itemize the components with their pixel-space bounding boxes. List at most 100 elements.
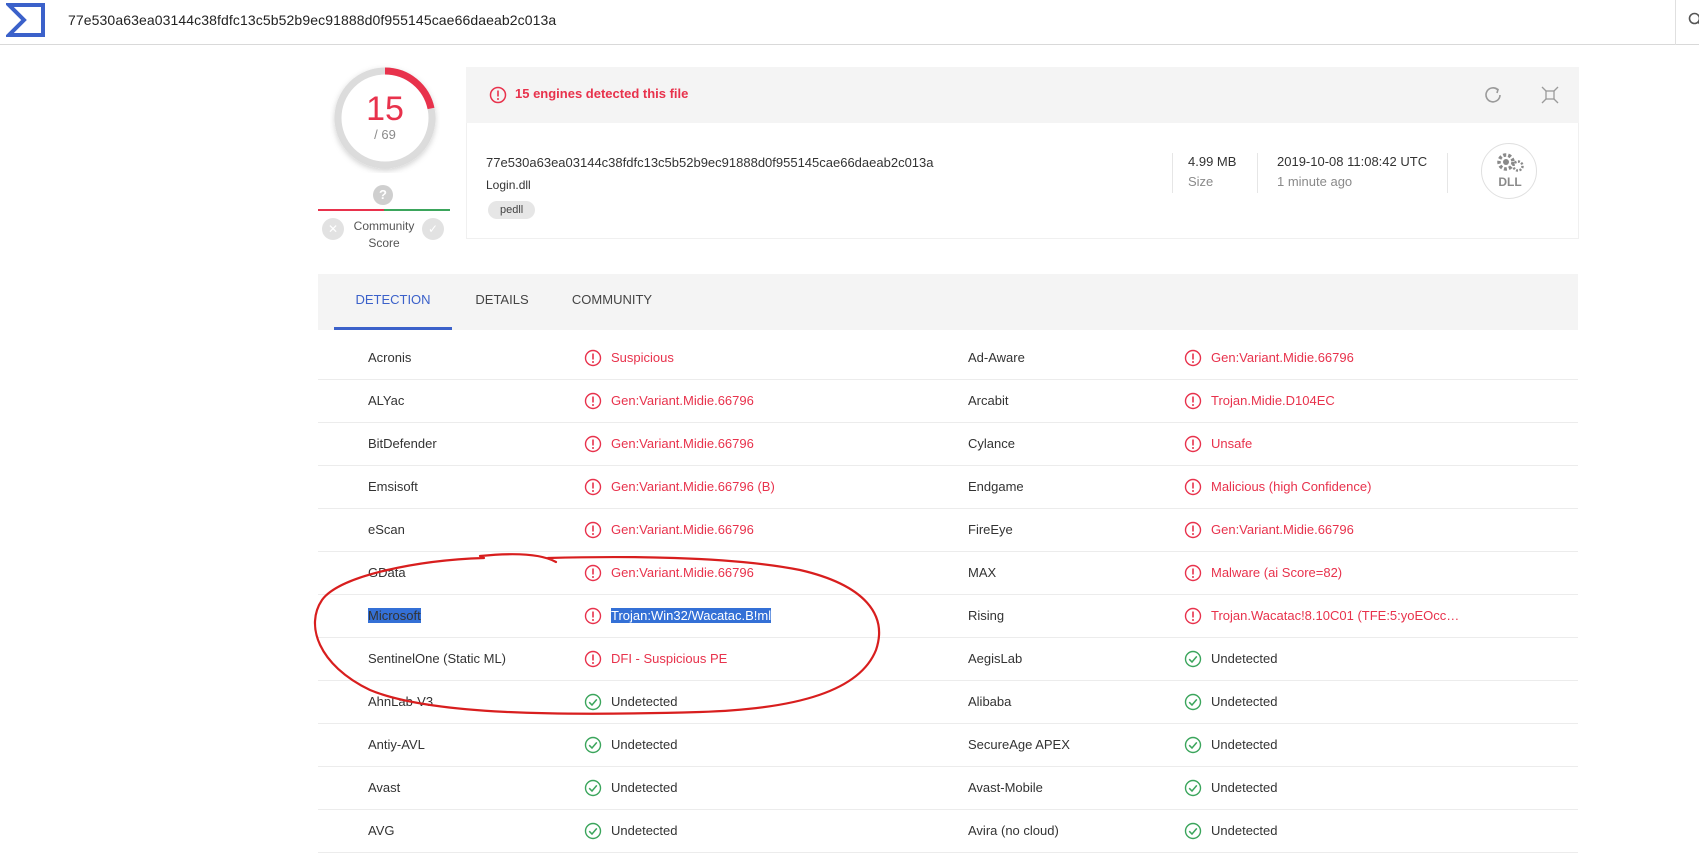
alert-icon (584, 521, 602, 539)
vote-down-icon[interactable]: ✕ (322, 218, 344, 240)
engine-name: SecureAge APEX (968, 737, 1070, 752)
detection-result: Gen:Variant.Midie.66796 (B) (611, 479, 775, 494)
check-circle-icon (584, 822, 602, 840)
detection-result: Undetected (1211, 780, 1278, 795)
detection-result: Undetected (611, 737, 678, 752)
engine-name: AhnLab-V3 (368, 694, 433, 709)
graph-expand-icon[interactable] (1541, 86, 1559, 104)
engine-name: Antiy-AVL (368, 737, 425, 752)
file-size-value: 4.99 MB (1188, 154, 1236, 169)
check-circle-icon (584, 779, 602, 797)
alert-icon (489, 86, 507, 104)
community-bar-negative (318, 209, 384, 211)
divider (1257, 153, 1258, 193)
detection-result: Undetected (611, 780, 678, 795)
alert-icon (584, 650, 602, 668)
detection-alert-bar: 15 engines detected this file (466, 67, 1579, 123)
search-divider (1675, 0, 1676, 45)
alert-icon (1184, 349, 1202, 367)
alert-icon (1184, 478, 1202, 496)
detection-result: DFI - Suspicious PE (611, 651, 727, 666)
alert-icon (584, 392, 602, 410)
table-row: SentinelOne (Static ML) DFI - Suspicious … (318, 638, 1578, 681)
table-row: AhnLab-V3 Undetected Alibaba Undetected (318, 681, 1578, 724)
detection-results-table: AcronisSuspiciousAd-AwareGen:Variant.Mid… (318, 337, 1578, 853)
alert-icon (1184, 435, 1202, 453)
divider (1447, 153, 1448, 193)
engine-name: Arcabit (968, 393, 1008, 408)
divider (1172, 153, 1173, 193)
engine-name: Emsisoft (368, 479, 418, 494)
alert-icon (584, 435, 602, 453)
engine-name: eScan (368, 522, 405, 537)
engine-name: AVG (368, 823, 395, 838)
file-size-label: Size (1188, 174, 1213, 189)
search-input[interactable]: 77e530a63ea03144c38fdfc13c5b52b9ec91888d… (68, 12, 556, 28)
detection-result: Malware (ai Score=82) (1211, 565, 1342, 580)
engine-name: BitDefender (368, 436, 437, 451)
alert-icon (1184, 607, 1202, 625)
detection-result: Malicious (high Confidence) (1211, 479, 1371, 494)
top-bar: 77e530a63ea03144c38fdfc13c5b52b9ec91888d… (0, 0, 1699, 45)
table-row: BitDefender Gen:Variant.Midie.66796 Cylanc… (318, 423, 1578, 466)
file-hash: 77e530a63ea03144c38fdfc13c5b52b9ec91888d… (486, 155, 933, 170)
engine-name: Avira (no cloud) (968, 823, 1059, 838)
engine-name: SentinelOne (Static ML) (368, 651, 506, 666)
alert-icon (584, 478, 602, 496)
detected-count: 15 (330, 90, 440, 129)
file-type-badge: DLL (1481, 143, 1537, 199)
community-score-label: CommunityScore (348, 218, 420, 252)
check-circle-icon (1184, 650, 1202, 668)
alert-text: 15 engines detected this file (515, 86, 688, 101)
analysis-date-value: 2019-10-08 11:08:42 UTC (1277, 154, 1427, 169)
engine-name: ALYac (368, 393, 404, 408)
tab-community[interactable]: COMMUNITY (552, 274, 672, 330)
engine-name: Avast (368, 780, 400, 795)
reanalyze-icon[interactable] (1482, 84, 1504, 106)
table-row: ALYac Gen:Variant.Midie.66796 Arcabit Troja… (318, 380, 1578, 423)
detection-result: Gen:Variant.Midie.66796 (611, 436, 754, 451)
detection-result: Undetected (611, 823, 678, 838)
engine-name: Cylance (968, 436, 1015, 451)
gears-icon (1494, 150, 1526, 176)
alert-icon (584, 564, 602, 582)
search-icon[interactable] (1688, 12, 1699, 28)
engine-name: Alibaba (968, 694, 1011, 709)
vote-up-icon[interactable]: ✓ (422, 218, 444, 240)
question-icon: ? (373, 185, 393, 205)
engine-name: MAX (968, 565, 996, 580)
table-row: AvastUndetectedAvast-MobileUndetected (318, 767, 1578, 810)
tab-details[interactable]: DETAILS (452, 274, 552, 330)
engine-name: Microsoft (368, 608, 421, 623)
detection-result: Gen:Variant.Midie.66796 (1211, 522, 1354, 537)
detection-result: Unsafe (1211, 436, 1252, 451)
engine-name: Rising (968, 608, 1004, 623)
total-engines: / 69 (330, 127, 440, 142)
virustotal-logo-icon[interactable] (6, 2, 46, 38)
detection-result: Undetected (1211, 823, 1278, 838)
detection-result: Gen:Variant.Midie.66796 (611, 522, 754, 537)
table-row: Microsoft Trojan:Win32/Wacatac.B!ml Rising… (318, 595, 1578, 638)
alert-icon (1184, 521, 1202, 539)
community-bar-positive (384, 209, 450, 211)
check-circle-icon (584, 693, 602, 711)
engine-name: GData (368, 565, 406, 580)
detection-result: Undetected (611, 694, 678, 709)
table-row: eScan Gen:Variant.Midie.66796 FireEye Gen:V… (318, 509, 1578, 552)
engine-name: Ad-Aware (968, 350, 1025, 365)
detection-result: Gen:Variant.Midie.66796 (1211, 350, 1354, 365)
analysis-date-label: 1 minute ago (1277, 174, 1352, 189)
file-tag[interactable]: pedll (488, 201, 535, 219)
check-circle-icon (1184, 779, 1202, 797)
file-info-card: 77e530a63ea03144c38fdfc13c5b52b9ec91888d… (466, 123, 1579, 239)
engine-name: FireEye (968, 522, 1013, 537)
detection-result: Trojan:Win32/Wacatac.B!ml (611, 608, 771, 623)
detection-result: Trojan.Midie.D104EC (1211, 393, 1335, 408)
table-row: EmsisoftGen:Variant.Midie.66796 (B)Endga… (318, 466, 1578, 509)
tab-detection[interactable]: DETECTION (334, 274, 452, 330)
detection-result: Undetected (1211, 651, 1278, 666)
detection-result: Undetected (1211, 694, 1278, 709)
file-name: Login.dll (486, 178, 531, 192)
alert-icon (584, 349, 602, 367)
detection-result: Gen:Variant.Midie.66796 (611, 393, 754, 408)
